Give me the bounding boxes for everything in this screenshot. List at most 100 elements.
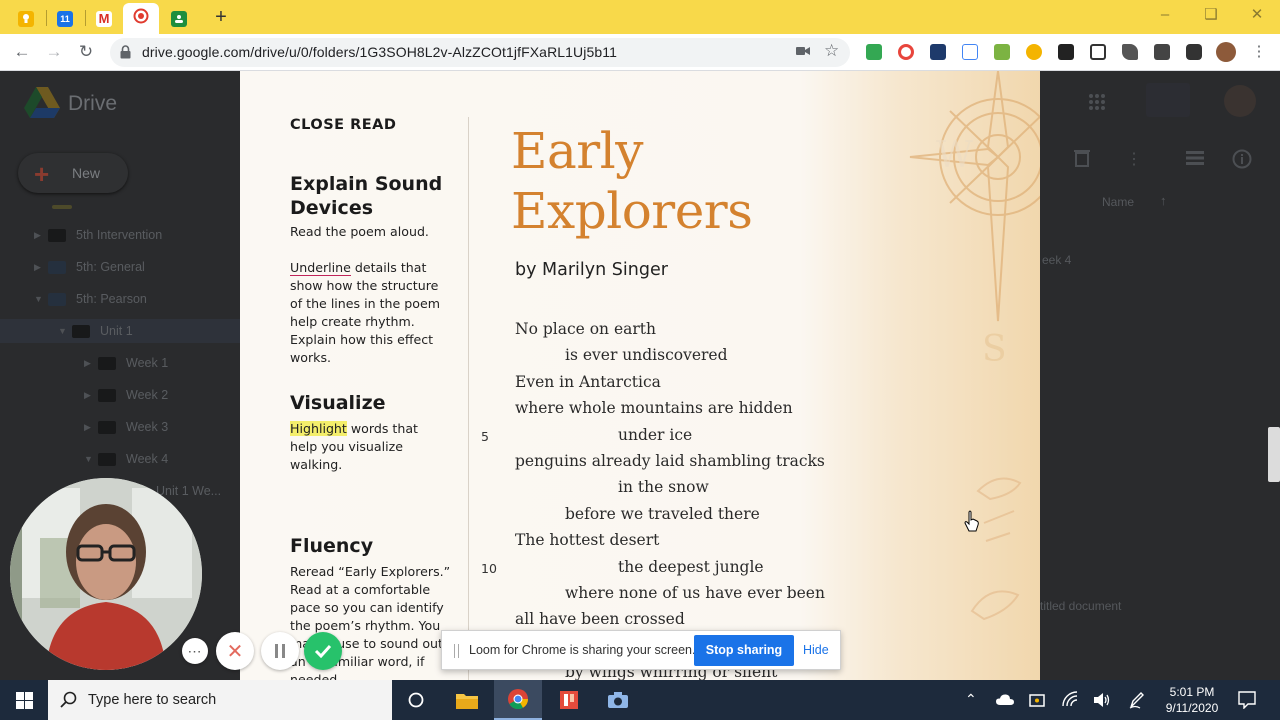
volume-icon[interactable] xyxy=(1093,692,1110,708)
close-window-button[interactable]: ✕ xyxy=(1234,4,1280,26)
flashcard-app-button[interactable] xyxy=(545,680,593,720)
shared-folder-icon xyxy=(98,388,116,402)
pause-icon xyxy=(275,644,285,658)
taskbar-search-box[interactable]: Type here to search xyxy=(48,680,392,720)
hide-button[interactable]: Hide xyxy=(803,643,829,657)
extension-screencast-icon[interactable] xyxy=(930,44,946,60)
name-column-header[interactable]: Name xyxy=(1102,195,1134,209)
gmail-icon-label: M xyxy=(98,11,110,26)
drive-logo-icon xyxy=(24,87,60,118)
file-explorer-button[interactable] xyxy=(443,680,491,720)
camera-app-button[interactable] xyxy=(594,680,642,720)
loom-pause-button[interactable] xyxy=(261,632,299,670)
tree-item[interactable]: ▶ 5th: General xyxy=(34,256,145,278)
fluency-body-line: pace so you can identify xyxy=(290,600,444,615)
bookmark-star-icon[interactable]: ☆ xyxy=(824,41,839,61)
browser-toolbar: ← → ↻ drive.google.com/drive/u/0/folders… xyxy=(0,34,1280,71)
pen-workspace-icon[interactable] xyxy=(1129,691,1145,709)
start-button[interactable] xyxy=(0,680,48,720)
camera-icon xyxy=(608,692,628,708)
tree-item[interactable]: ▼ 5th: Pearson xyxy=(34,288,147,310)
drag-handle-icon[interactable] xyxy=(454,644,459,658)
fluency-body-line: Read at a comfortable xyxy=(290,582,431,597)
apps-grid-icon[interactable] xyxy=(1088,93,1106,111)
new-button[interactable]: + New xyxy=(18,153,128,193)
trash-icon[interactable] xyxy=(1074,149,1090,167)
restore-button[interactable]: ❑ xyxy=(1188,4,1234,26)
tab-loom-active[interactable] xyxy=(123,3,159,34)
loom-sharing-message: Loom for Chrome is sharing your screen. xyxy=(469,643,696,657)
tab-gmail[interactable]: M xyxy=(86,3,122,34)
svg-text:W: W xyxy=(936,135,973,176)
fluency-heading: Fluency xyxy=(290,535,374,557)
compass-rose-decoration-icon: W S xyxy=(909,71,1040,621)
tree-item[interactable]: ▶ Week 3 xyxy=(84,416,168,438)
stop-sharing-button[interactable]: Stop sharing xyxy=(694,635,794,666)
forward-button[interactable]: → xyxy=(41,40,67,64)
file-name-week4[interactable]: eek 4 xyxy=(1042,253,1071,267)
list-view-icon[interactable] xyxy=(1186,151,1204,165)
new-tab-button[interactable]: + xyxy=(208,6,234,28)
extension-rocket-icon[interactable] xyxy=(1122,44,1138,60)
chrome-taskbar-button[interactable] xyxy=(494,680,542,720)
chrome-menu-button[interactable]: ⋮ xyxy=(1246,40,1272,64)
tree-item[interactable]: ▶ Week 1 xyxy=(84,352,168,374)
more-vert-icon[interactable]: ⋮ xyxy=(1126,149,1142,169)
reload-button[interactable]: ↻ xyxy=(73,40,99,64)
tab-keep[interactable] xyxy=(8,3,44,34)
loom-finish-button[interactable] xyxy=(304,632,342,670)
task-view-button[interactable] xyxy=(392,680,440,720)
new-button-label: New xyxy=(72,165,101,181)
profile-avatar[interactable] xyxy=(1216,42,1236,62)
gmail-icon: M xyxy=(96,10,112,27)
tree-item-label: Week 4 xyxy=(126,452,169,466)
webcam-bubble[interactable] xyxy=(10,478,202,670)
address-bar[interactable]: drive.google.com/drive/u/0/folders/1G3SO… xyxy=(110,38,850,67)
loom-more-button[interactable]: ⋯ xyxy=(182,638,208,664)
tree-item-label: Week 3 xyxy=(126,420,169,434)
page-scrollbar-thumb[interactable] xyxy=(1268,427,1280,482)
sort-arrow-up-icon[interactable]: ↑ xyxy=(1160,193,1167,208)
explain-body-line: of the lines in the poem xyxy=(290,296,440,311)
classroom-icon xyxy=(171,10,187,27)
tab-calendar[interactable]: 11 xyxy=(47,3,83,34)
meet-now-icon[interactable] xyxy=(1029,692,1045,708)
clock-date: 9/11/2020 xyxy=(1165,701,1219,715)
tree-item[interactable]: ▶ Week 2 xyxy=(84,384,168,406)
extensions-puzzle-icon[interactable] xyxy=(1186,44,1202,60)
file-name-untitled[interactable]: titled document xyxy=(1040,599,1121,613)
back-button[interactable]: ← xyxy=(9,40,35,64)
explain-instruction: Read the poem aloud. xyxy=(290,224,429,239)
extension-shield-icon[interactable] xyxy=(1026,44,1042,60)
caret-down-icon: ▼ xyxy=(84,454,93,464)
poem-line: under ice xyxy=(618,425,693,444)
extension-loom-icon[interactable] xyxy=(898,44,914,60)
taskbar-clock[interactable]: 5:01 PM 9/11/2020 xyxy=(1156,684,1228,716)
tree-item[interactable]: ▼ Week 4 xyxy=(84,448,168,470)
chrome-icon xyxy=(508,689,529,710)
extension-docs-icon[interactable] xyxy=(962,44,978,60)
loom-cancel-button[interactable]: ✕ xyxy=(216,632,254,670)
extension-lock-icon[interactable] xyxy=(1154,44,1170,60)
info-icon[interactable] xyxy=(1232,149,1252,169)
show-hidden-icons-icon[interactable]: ⌃ xyxy=(965,691,977,708)
fluency-body-line: Reread “Early Explorers.” xyxy=(290,564,451,579)
notifications-icon[interactable] xyxy=(1238,691,1256,709)
folder-icon xyxy=(48,228,66,242)
visualize-body: Highlight words that help you visualize … xyxy=(290,420,460,474)
tree-item[interactable]: ▼ Unit 1 xyxy=(58,320,133,342)
extension-grid-icon[interactable] xyxy=(1090,44,1106,60)
windows-taskbar: Type here to search ⌃ 5:01 PM 9/11/2020 xyxy=(0,680,1280,720)
onedrive-cloud-icon[interactable] xyxy=(996,694,1014,705)
extension-pf-icon[interactable] xyxy=(994,44,1010,60)
account-avatar[interactable] xyxy=(1224,85,1256,117)
minimize-button[interactable]: – xyxy=(1142,4,1188,26)
tree-item[interactable]: ▶ 5th Intervention xyxy=(34,224,162,246)
book-page-preview: W S CLOSE READ Explain Sound Devices Rea… xyxy=(240,71,1040,680)
tab-classroom[interactable] xyxy=(161,3,197,34)
camera-in-use-icon[interactable] xyxy=(796,46,810,56)
extension-text-icon[interactable] xyxy=(1058,44,1074,60)
windows-logo-icon xyxy=(15,691,33,709)
extension-classroom-icon[interactable] xyxy=(866,44,882,60)
wifi-icon[interactable] xyxy=(1062,691,1078,707)
